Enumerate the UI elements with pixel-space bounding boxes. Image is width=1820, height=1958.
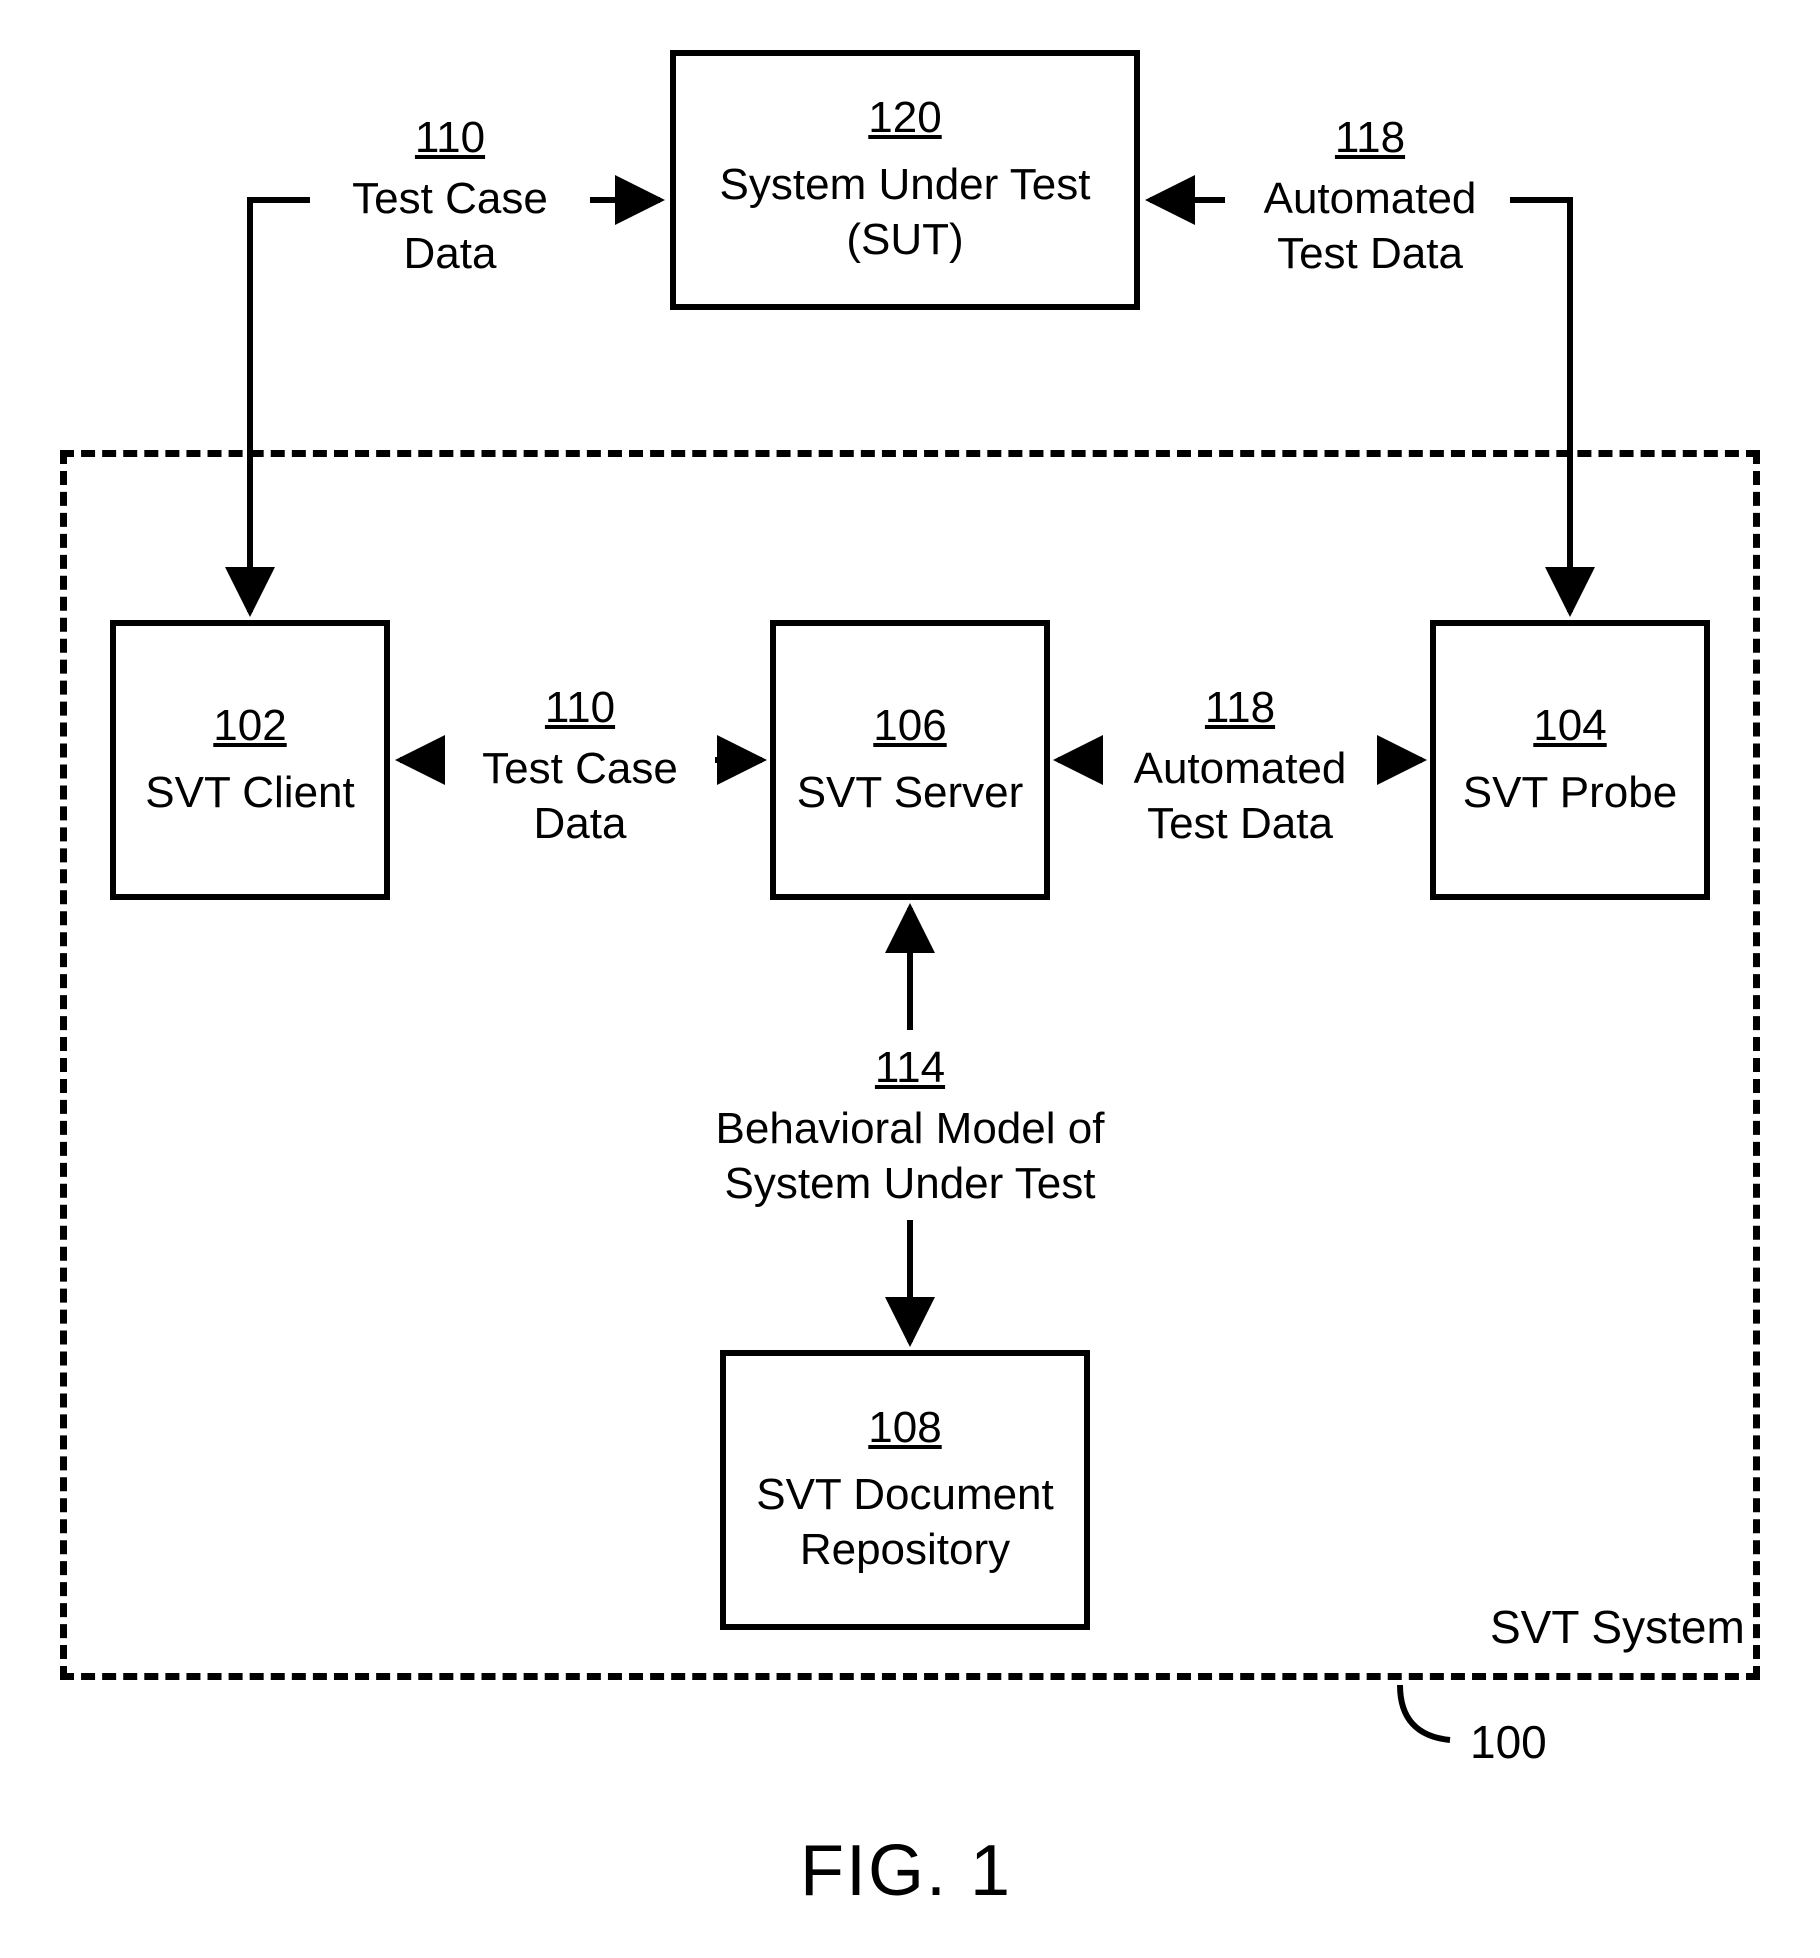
- svt-probe-ref: 104: [1533, 701, 1606, 751]
- atd-mid-label: 118 AutomatedTest Data: [1100, 680, 1380, 851]
- figure-label: FIG. 1: [800, 1830, 1012, 1912]
- svt-client-label: SVT Client: [145, 765, 355, 820]
- atd-mid-text: AutomatedTest Data: [1134, 744, 1347, 848]
- model-text: Behavioral Model ofSystem Under Test: [716, 1104, 1105, 1208]
- svt-server-box: 106 SVT Server: [770, 620, 1050, 900]
- tcd-mid-text: Test CaseData: [482, 744, 678, 848]
- atd-top-label: 118 AutomatedTest Data: [1230, 110, 1510, 281]
- svt-probe-label: SVT Probe: [1463, 765, 1677, 820]
- tcd-mid-ref: 110: [450, 680, 710, 735]
- tcd-top-label: 110 Test CaseData: [320, 110, 580, 281]
- tcd-top-ref: 110: [320, 110, 580, 165]
- sut-label: System Under Test(SUT): [720, 157, 1091, 267]
- svt-repo-box: 108 SVT DocumentRepository: [720, 1350, 1090, 1630]
- diagram-canvas: 120 System Under Test(SUT) 102 SVT Clien…: [0, 0, 1820, 1958]
- svt-system-ref: 100: [1470, 1715, 1547, 1769]
- tcd-top-text: Test CaseData: [352, 174, 548, 278]
- svt-client-box: 102 SVT Client: [110, 620, 390, 900]
- tcd-mid-label: 110 Test CaseData: [450, 680, 710, 851]
- sut-ref: 120: [868, 93, 941, 143]
- svt-probe-box: 104 SVT Probe: [1430, 620, 1710, 900]
- model-label: 114 Behavioral Model ofSystem Under Test: [680, 1040, 1140, 1211]
- model-ref: 114: [680, 1040, 1140, 1095]
- svt-server-label: SVT Server: [797, 765, 1024, 820]
- atd-mid-ref: 118: [1100, 680, 1380, 735]
- svt-system-label: SVT System: [1490, 1600, 1745, 1654]
- atd-top-ref: 118: [1230, 110, 1510, 165]
- svt-repo-ref: 108: [868, 1403, 941, 1453]
- svt-client-ref: 102: [213, 701, 286, 751]
- sut-box: 120 System Under Test(SUT): [670, 50, 1140, 310]
- svt-repo-label: SVT DocumentRepository: [756, 1467, 1054, 1577]
- svt-server-ref: 106: [873, 701, 946, 751]
- atd-top-text: AutomatedTest Data: [1264, 174, 1477, 278]
